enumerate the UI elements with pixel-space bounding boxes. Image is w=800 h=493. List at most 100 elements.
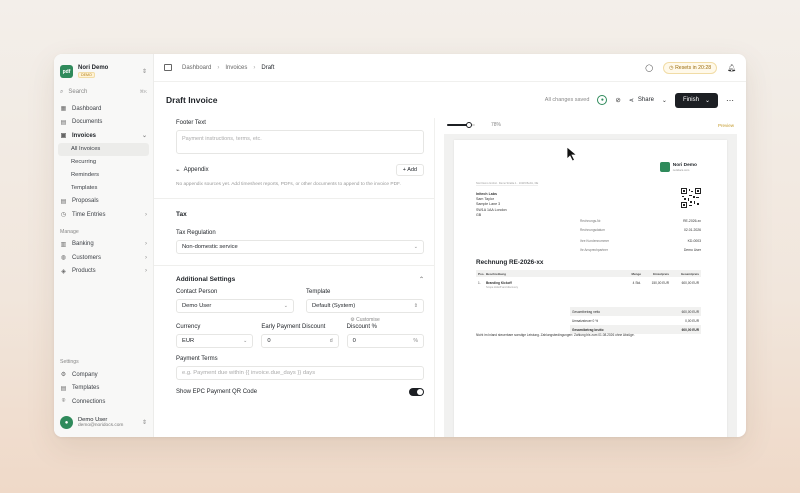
invoice-icon: ▣ bbox=[60, 133, 67, 140]
chat-icon[interactable]: ◯ bbox=[645, 64, 653, 72]
user-email: demo@noridocs.com bbox=[78, 423, 124, 428]
invoice-logo: Nori Demo noridocs.com bbox=[659, 162, 697, 172]
footer-text-input[interactable]: Payment instructions, terms, etc. bbox=[176, 130, 424, 154]
zoom-slider-handle[interactable] bbox=[465, 121, 472, 128]
sender-line: Nori Demo GmbH · Demo Straße 1 · 10115 B… bbox=[476, 182, 539, 186]
contact-person-value: Demo User bbox=[182, 303, 212, 309]
recipient-address: Initech Labs Sam Taylor Sample Lane 3 SW… bbox=[476, 192, 507, 218]
sidebar-item-company[interactable]: ⚙ Company bbox=[54, 368, 153, 382]
chevron-updown-icon: ⇕ bbox=[141, 420, 147, 426]
sidebar-item-invoices[interactable]: ▣ Invoices ⌄ bbox=[54, 129, 153, 143]
chevron-down-icon: ⌄ bbox=[243, 338, 248, 344]
topbar: Dashboard › Invoices › Draft ◯ ◷ Resets … bbox=[154, 54, 746, 82]
sidebar-item-connections[interactable]: ⌾ Connections bbox=[54, 395, 153, 409]
meta-key: Rechnungsdatum bbox=[580, 227, 605, 232]
sidebar-item-templates[interactable]: ▤ Templates bbox=[54, 382, 153, 396]
discount-input[interactable]: 0 % bbox=[346, 334, 424, 348]
sidebar-subitem-recurring[interactable]: Recurring bbox=[54, 156, 153, 169]
payment-terms-input[interactable]: e.g. Payment due within {{ invoice.due_d… bbox=[176, 366, 424, 380]
breadcrumb-dashboard[interactable]: Dashboard bbox=[182, 65, 211, 71]
total-key: Gesamtbetrag brutto bbox=[572, 327, 604, 332]
org-logo: pdf bbox=[60, 65, 73, 78]
sidebar-item-label: Invoices bbox=[72, 132, 97, 139]
sidebar-item-label: Proposals bbox=[72, 198, 99, 205]
chevron-down-icon: ⌄ bbox=[141, 133, 147, 140]
zoom-controls: 78% Preview bbox=[435, 118, 746, 132]
template-value: Default (System) bbox=[312, 303, 356, 309]
gear-icon: ⚙ bbox=[60, 372, 67, 379]
search-input[interactable]: ⌕ Search ⌘K bbox=[60, 86, 147, 98]
box-icon: ◈ bbox=[61, 268, 66, 275]
currency-select[interactable]: EUR ⌄ bbox=[176, 334, 254, 348]
additional-settings-title[interactable]: Additional Settings ⌃ bbox=[176, 276, 424, 283]
bell-icon[interactable]: 🔔︎ bbox=[727, 64, 736, 72]
share-icon: ⋖ bbox=[628, 97, 634, 104]
chevron-down-icon: ⌄ bbox=[283, 303, 288, 309]
zoom-slider[interactable] bbox=[447, 121, 475, 128]
divider bbox=[154, 198, 434, 199]
sidebar-item-products[interactable]: ◈ Products › bbox=[54, 265, 153, 279]
appendix-hint: No appendix sources yet. Add timesheet r… bbox=[176, 182, 401, 187]
chevron-right-icon: › bbox=[145, 241, 147, 248]
additional-settings-label: Additional Settings bbox=[176, 276, 236, 283]
invoice-footer-note: Nicht im Inland steuerbare sonstige Leis… bbox=[476, 333, 635, 337]
sidebar-subitem-templates[interactable]: Templates bbox=[54, 182, 153, 195]
chevron-down-icon: ⌄ bbox=[704, 97, 710, 104]
early-payment-label: Early Payment Discount bbox=[261, 324, 326, 330]
tax-regulation-value: Non-domestic service bbox=[182, 244, 238, 250]
app-window: pdf Nori Demo DEMO ⇕ ⌕ Search ⌘K ▦ Dashb… bbox=[54, 54, 746, 437]
sidebar-item-dashboard[interactable]: ▦ Dashboard bbox=[54, 102, 153, 116]
total-value: 0,00 EUR bbox=[685, 318, 699, 323]
sidebar-item-label: Banking bbox=[72, 241, 94, 248]
early-payment-input[interactable]: 0 d bbox=[261, 334, 339, 348]
chevron-right-icon: › bbox=[145, 211, 147, 218]
sidebar-item-label: Time Entries bbox=[72, 211, 106, 218]
early-payment-unit: d bbox=[329, 338, 333, 344]
org-switcher[interactable]: pdf Nori Demo DEMO ⇕ bbox=[54, 54, 153, 82]
document-icon: ▤ bbox=[60, 119, 67, 126]
section-label-manage: Manage bbox=[60, 228, 79, 235]
sidebar-item-time-entries[interactable]: ◷ Time Entries › bbox=[54, 208, 153, 222]
sidebar-subitem-all-invoices[interactable]: All Invoices bbox=[58, 142, 149, 156]
template-select[interactable]: Default (System) ⇕ bbox=[306, 299, 424, 313]
tax-regulation-select[interactable]: Non-domestic service ⌄ bbox=[176, 240, 424, 254]
epc-qr-toggle[interactable] bbox=[409, 388, 424, 396]
sidebar-item-label: Templates bbox=[72, 385, 100, 392]
address-line: GB bbox=[476, 212, 482, 217]
add-appendix-button[interactable]: + Add bbox=[395, 164, 424, 176]
invoice-title: Rechnung RE-2026-xx bbox=[476, 259, 544, 266]
sidebar-item-proposals[interactable]: ▤ Proposals bbox=[54, 195, 153, 209]
breadcrumb-draft: Draft bbox=[261, 64, 275, 71]
epc-qr-row: Show EPC Payment QR Code bbox=[176, 388, 424, 396]
more-icon[interactable]: ⋯ bbox=[726, 96, 734, 105]
sidebar-item-customers[interactable]: ◍ Customers › bbox=[54, 251, 153, 265]
footer-text-label: Footer Text bbox=[176, 120, 206, 126]
sidebar-item-label: Company bbox=[72, 371, 98, 378]
logo-mark bbox=[659, 162, 670, 172]
sidebar-item-documents[interactable]: ▤ Documents bbox=[54, 116, 153, 130]
currency-value: EUR bbox=[182, 338, 195, 344]
demo-badge: DEMO bbox=[78, 72, 95, 78]
editor-content: Footer Text Payment instructions, terms,… bbox=[154, 118, 746, 437]
sidebar-item-banking[interactable]: ▥ Banking › bbox=[54, 238, 153, 252]
plus-icon: + bbox=[402, 167, 406, 173]
sidebar-toggle-icon[interactable] bbox=[164, 64, 172, 71]
eye-off-icon[interactable]: ⊘ bbox=[615, 96, 620, 104]
breadcrumb-invoices[interactable]: Invoices bbox=[225, 65, 247, 71]
sidebar-subitem-reminders[interactable]: Reminders bbox=[54, 169, 153, 182]
table-header: Pos. Beschreibung Menge Einzelpreis Gesa… bbox=[476, 270, 701, 277]
chevron-down-icon: ⌄ bbox=[413, 244, 418, 250]
meta-key: Ihre Kundennummer bbox=[580, 239, 610, 244]
contact-person-select[interactable]: Demo User ⌄ bbox=[176, 299, 294, 313]
share-button[interactable]: ⋖ Share bbox=[629, 97, 654, 104]
customise-link[interactable]: ⚙ Customise bbox=[306, 317, 424, 323]
mouse-cursor-icon bbox=[566, 146, 578, 162]
settings-nav: Settings ⚙ Company ▤ Templates ⌾ Connect… bbox=[54, 358, 153, 409]
collaborator-avatar: ● bbox=[597, 95, 608, 105]
user-menu[interactable]: ● Demo User demo@noridocs.com ⇕ bbox=[54, 416, 153, 429]
share-menu-chevron-icon[interactable]: ⌄ bbox=[662, 97, 667, 104]
avatar: ● bbox=[60, 416, 73, 429]
preview-canvas[interactable]: Nori Demo noridocs.com Nori Demo GmbH · … bbox=[444, 134, 737, 437]
finish-button[interactable]: Finish ⌄ bbox=[674, 92, 718, 108]
total-value: 600,00 EUR bbox=[681, 327, 699, 332]
